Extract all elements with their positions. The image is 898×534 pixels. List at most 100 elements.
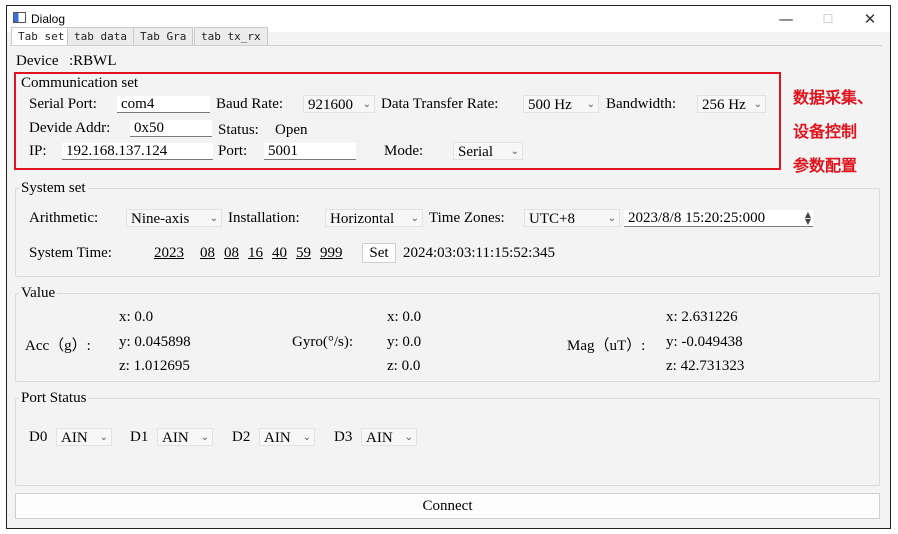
window-title: Dialog: [31, 12, 66, 26]
mode-select[interactable]: Serial ⌄: [453, 142, 523, 160]
acc-z: z: 1.012695: [119, 358, 190, 374]
minute-field[interactable]: 40: [272, 245, 287, 262]
tab-gra[interactable]: Tab Gra: [133, 27, 194, 45]
data-transfer-rate-label: Data Transfer Rate:: [381, 96, 499, 112]
acc-label: Acc（g）:: [25, 338, 91, 354]
installation-value: Horizontal: [330, 211, 395, 227]
data-transfer-rate-value: 500 Hz: [528, 97, 572, 113]
arithmetic-value: Nine-axis: [131, 211, 190, 227]
time-zone-select[interactable]: UTC+8 ⌄: [524, 209, 620, 227]
device-addr-label: Devide Addr:: [29, 120, 111, 136]
port-d1-label: D1: [130, 429, 149, 445]
year-field[interactable]: 2023: [154, 245, 184, 262]
mode-label: Mode:: [384, 143, 424, 159]
app-icon: [13, 12, 26, 23]
serial-port-input[interactable]: com4: [117, 96, 210, 113]
annotation-line-1: 数据采集、: [793, 88, 874, 107]
bandwidth-select[interactable]: 256 Hz ⌄: [697, 95, 766, 113]
chevron-down-icon: ⌄: [607, 213, 616, 224]
chevron-down-icon: ⌄: [410, 213, 419, 224]
status-label: Status:: [218, 122, 259, 138]
tab-tx-rx[interactable]: tab tx_rx: [194, 27, 268, 45]
installation-select[interactable]: Horizontal ⌄: [325, 209, 423, 227]
connect-button[interactable]: Connect: [15, 493, 880, 519]
mag-y: y: -0.049438: [666, 334, 743, 350]
system-time-label: System Time:: [29, 245, 112, 261]
annotation-line-2: 设备控制: [793, 122, 858, 141]
time-zone-value: UTC+8: [529, 211, 575, 227]
acc-x: x: 0.0: [119, 309, 154, 325]
mag-label: Mag（uT）:: [567, 338, 646, 354]
chevron-down-icon: ⌄: [753, 99, 762, 110]
mag-z: z: 42.731323: [666, 358, 745, 374]
gyro-label: Gyro(°/s):: [292, 334, 353, 350]
system-set-group: [15, 188, 880, 277]
tab-set[interactable]: Tab set: [11, 27, 72, 46]
minimize-icon[interactable]: —: [771, 9, 801, 29]
chevron-down-icon: ⌄: [302, 432, 311, 443]
chevron-down-icon: ⌄: [200, 432, 209, 443]
port-d0-label: D0: [29, 429, 48, 445]
chevron-down-icon: ⌄: [404, 432, 413, 443]
port-d3-label: D3: [334, 429, 353, 445]
chevron-down-icon: ⌄: [510, 146, 519, 157]
port-d1-value: AIN: [162, 430, 189, 446]
time-zones-label: Time Zones:: [429, 210, 505, 226]
port-d2-label: D2: [232, 429, 251, 445]
status-value: Open: [275, 122, 308, 138]
tab-data[interactable]: tab data: [67, 27, 134, 45]
mag-x: x: 2.631226: [666, 309, 738, 325]
maximize-icon[interactable]: ☐: [813, 9, 843, 29]
port-input[interactable]: 5001: [264, 143, 356, 160]
current-time-value: 2024:03:03:11:15:52:345: [403, 245, 555, 261]
gyro-y: y: 0.0: [387, 334, 422, 350]
port-d0-select[interactable]: AIN ⌄: [56, 428, 112, 446]
second-field[interactable]: 59: [296, 245, 311, 262]
device-value: :RBWL: [69, 53, 117, 69]
port-d3-select[interactable]: AIN ⌄: [361, 428, 417, 446]
port-label: Port:: [218, 143, 248, 159]
port-d2-select[interactable]: AIN ⌄: [259, 428, 315, 446]
port-d0-value: AIN: [61, 430, 88, 446]
bandwidth-label: Bandwidth:: [606, 96, 676, 112]
set-time-button[interactable]: Set: [362, 243, 396, 263]
data-transfer-rate-select[interactable]: 500 Hz ⌄: [523, 95, 599, 113]
serial-port-label: Serial Port:: [29, 96, 97, 112]
value-title: Value: [19, 285, 58, 302]
port-d2-value: AIN: [264, 430, 291, 446]
device-label: Device: [16, 53, 59, 69]
arithmetic-select[interactable]: Nine-axis ⌄: [126, 209, 222, 227]
port-d1-select[interactable]: AIN ⌄: [157, 428, 213, 446]
ip-input[interactable]: 192.168.137.124: [62, 143, 213, 160]
mode-value: Serial: [458, 144, 493, 160]
port-status-title: Port Status: [19, 390, 89, 407]
datetime-value: 2023/8/8 15:20:25:000: [628, 210, 766, 226]
bandwidth-value: 256 Hz: [702, 97, 746, 113]
hour-field[interactable]: 16: [248, 245, 263, 262]
millisecond-field[interactable]: 999: [320, 245, 343, 262]
baud-rate-label: Baud Rate:: [216, 96, 284, 112]
acc-y: y: 0.045898: [119, 334, 191, 350]
ip-label: IP:: [29, 143, 47, 159]
chevron-down-icon: ⌄: [209, 213, 218, 224]
system-set-title: System set: [19, 180, 88, 197]
spin-arrows-icon[interactable]: ▲ ▼: [805, 211, 811, 226]
close-icon[interactable]: ✕: [855, 9, 885, 29]
gyro-z: z: 0.0: [387, 358, 421, 374]
chevron-down-icon: ⌄: [99, 432, 108, 443]
arithmetic-label: Arithmetic:: [29, 210, 99, 226]
communication-title: Communication set: [21, 75, 139, 91]
baud-rate-value: 921600: [308, 97, 353, 113]
gyro-x: x: 0.0: [387, 309, 422, 325]
port-d3-value: AIN: [366, 430, 393, 446]
tab-bar-divider: [10, 45, 882, 46]
installation-label: Installation:: [228, 210, 300, 226]
day-field[interactable]: 08: [224, 245, 239, 262]
device-addr-input[interactable]: 0x50: [130, 120, 212, 137]
month-field[interactable]: 08: [200, 245, 215, 262]
annotation-line-3: 参数配置: [793, 156, 858, 175]
chevron-down-icon: ⌄: [362, 99, 371, 110]
baud-rate-select[interactable]: 921600 ⌄: [303, 95, 375, 113]
chevron-down-icon: ⌄: [586, 99, 595, 110]
datetime-spinbox[interactable]: 2023/8/8 15:20:25:000 ▲ ▼: [624, 210, 813, 227]
